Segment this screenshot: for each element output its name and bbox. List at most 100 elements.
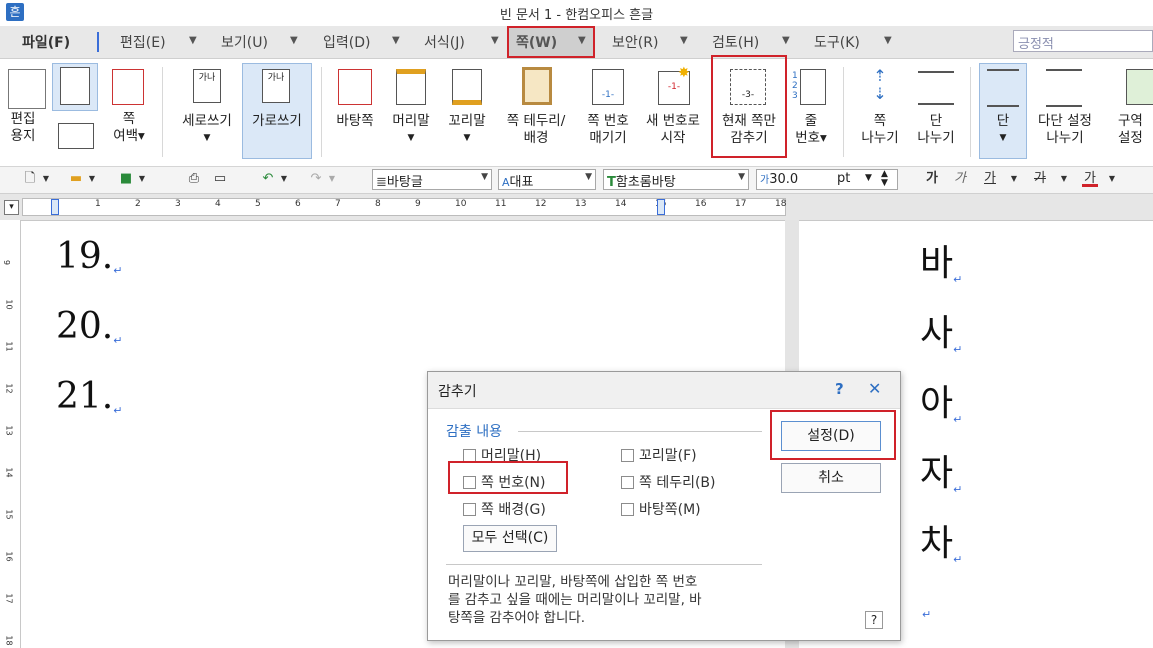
menu-file[interactable]: 파일(F) [22, 32, 70, 52]
font-size-select[interactable]: 가30.0 pt ▼ ▲ ▼ [756, 169, 898, 190]
checkbox-box[interactable] [463, 503, 476, 516]
vertical-write-button[interactable]: 세로쓰기 ▼ [176, 113, 238, 147]
undo-caret[interactable]: ▼ [276, 171, 292, 187]
style-select[interactable]: ≣바탕글 ▼ [372, 169, 492, 190]
checkbox-page-background[interactable]: 쪽 배경(G) [463, 499, 546, 519]
checkbox-box[interactable] [621, 449, 634, 462]
font-select[interactable]: T함초롬바탕 ▼ [603, 169, 749, 190]
open-folder-icon[interactable]: ▬ [68, 171, 84, 187]
column-button[interactable]: 단 ▼ [980, 113, 1026, 147]
menu-insert-caret[interactable]: ▼ [392, 35, 400, 46]
doc-char-sa[interactable]: 사↵ [920, 304, 962, 356]
menu-format[interactable]: 서식(J) [424, 32, 465, 52]
menu-page-caret[interactable]: ▼ [578, 35, 586, 46]
italic-button[interactable]: 가 [952, 171, 968, 187]
column-break-button[interactable]: 단 나누기 [910, 113, 962, 147]
line-number-button[interactable]: 줄 번호▾ [788, 113, 834, 147]
checkbox-box[interactable] [621, 503, 634, 516]
return-mark: ↵ [113, 264, 123, 277]
redo-caret[interactable]: ▼ [324, 171, 340, 187]
line-number-icon: 1 2 3 [792, 71, 798, 101]
menu-review-caret[interactable]: ▼ [782, 35, 790, 46]
ruler-indent-marker[interactable] [51, 199, 59, 215]
open-folder-caret[interactable]: ▼ [84, 171, 100, 187]
font-size-spinner[interactable]: ▲ ▼ [881, 170, 888, 188]
font-size-unit[interactable]: pt [837, 171, 850, 186]
menu-security-caret[interactable]: ▼ [680, 35, 688, 46]
footer-button[interactable]: 꼬리말 ▼ [442, 113, 492, 147]
column-break-label-2: 나누기 [917, 130, 955, 146]
new-number-button[interactable]: 새 번호로 시작 [638, 113, 708, 147]
doc-char-a[interactable]: 아↵ [920, 374, 962, 426]
page-border-button[interactable]: 쪽 테두리/ 배경 [496, 113, 576, 147]
save-caret[interactable]: ▼ [134, 171, 150, 187]
style-caret[interactable]: ▼ [481, 172, 488, 182]
ruler-number: 2 [135, 199, 141, 209]
doc-char-cha[interactable]: 차↵ [920, 514, 962, 566]
menu-review[interactable]: 검토(H) [712, 32, 759, 52]
underline-caret[interactable]: ▼ [1006, 171, 1022, 187]
menu-page[interactable]: 쪽(W) [516, 32, 557, 52]
vertical-ruler: 9 10 11 12 13 14 15 16 17 18 [0, 220, 21, 648]
cancel-button[interactable]: 취소 [781, 463, 881, 493]
font-unit-caret[interactable]: ▼ [865, 173, 872, 183]
undo-icon[interactable]: ↶ [260, 171, 276, 187]
header-button[interactable]: 머리말 ▼ [386, 113, 436, 147]
ruler-number: 11 [495, 199, 507, 209]
close-icon[interactable]: ✕ [868, 379, 881, 398]
ruler-strip[interactable]: 123456789101112131415161718 [22, 198, 786, 216]
doc-line-19[interactable]: 19.↵ [56, 236, 122, 277]
ruler-right-marker[interactable] [657, 199, 665, 215]
menu-view[interactable]: 보기(U) [221, 32, 268, 52]
menu-tools-caret[interactable]: ▼ [884, 35, 892, 46]
checkbox-box[interactable] [621, 476, 634, 489]
preview-icon[interactable]: ▭ [212, 171, 228, 187]
margin-button[interactable]: 쪽 여백▾ [106, 111, 152, 145]
edit-paper-button[interactable]: 편집 용지 [6, 111, 40, 145]
print-icon[interactable]: ⎙ [186, 171, 202, 187]
underline-button[interactable]: 가 [982, 171, 998, 187]
menu-tools[interactable]: 도구(K) [814, 32, 860, 52]
bold-button[interactable]: 가 [924, 171, 940, 187]
language-select[interactable]: A대표 ▼ [498, 169, 596, 190]
select-all-button[interactable]: 모두 선택(C) [463, 525, 557, 552]
checkbox-page-border[interactable]: 쪽 테두리(B) [621, 472, 716, 492]
strikethrough-button[interactable]: 가 [1032, 171, 1048, 187]
ruler-corner-icon[interactable]: ▾ [4, 200, 19, 215]
search-input[interactable]: 긍정적 [1013, 30, 1153, 52]
paper-landscape-icon[interactable] [58, 123, 94, 149]
font-color-button[interactable]: 가 [1082, 171, 1098, 187]
doc-char-ba[interactable]: 바↵ [920, 234, 962, 286]
save-icon[interactable]: ■ [118, 171, 134, 187]
font-color-caret[interactable]: ▼ [1104, 171, 1120, 187]
section-button[interactable]: 구역 설정 [1118, 113, 1153, 147]
new-document-caret[interactable]: ▼ [38, 171, 54, 187]
menu-edit-caret[interactable]: ▼ [189, 35, 197, 46]
hide-current-button[interactable]: 현재 쪽만 감추기 [712, 113, 786, 147]
checkbox-footer[interactable]: 꼬리말(F) [621, 445, 697, 465]
note-help-icon[interactable]: ? [865, 611, 883, 629]
menu-edit[interactable]: 편집(E) [120, 32, 166, 52]
menu-insert[interactable]: 입력(D) [323, 32, 370, 52]
new-document-icon[interactable]: 🗋 [22, 171, 38, 187]
doc-line-20[interactable]: 20.↵ [56, 306, 122, 347]
menu-security[interactable]: 보안(R) [612, 32, 658, 52]
page-break-button[interactable]: 쪽 나누기 [854, 113, 906, 147]
page-number-button[interactable]: 쪽 번호 매기기 [578, 113, 638, 147]
menu-format-caret[interactable]: ▼ [491, 35, 499, 46]
menu-view-caret[interactable]: ▼ [290, 35, 298, 46]
redo-icon[interactable]: ↷ [308, 171, 324, 187]
checkbox-master-page[interactable]: 바탕쪽(M) [621, 499, 701, 519]
help-icon[interactable]: ? [835, 380, 844, 398]
font-caret[interactable]: ▼ [738, 172, 745, 182]
strikethrough-caret[interactable]: ▼ [1056, 171, 1072, 187]
ok-button[interactable]: 설정(D) [781, 421, 881, 451]
footer-icon [452, 69, 482, 105]
master-page-button[interactable]: 바탕쪽 [330, 113, 380, 130]
language-caret[interactable]: ▼ [585, 172, 592, 182]
horizontal-write-button[interactable]: 가로쓰기 [244, 113, 310, 130]
doc-char-ja[interactable]: 자↵ [920, 444, 962, 496]
edit-paper-label-1: 편집 [10, 111, 36, 127]
doc-line-21[interactable]: 21.↵ [56, 376, 122, 417]
multi-column-button[interactable]: 다단 설정 나누기 [1030, 113, 1100, 147]
